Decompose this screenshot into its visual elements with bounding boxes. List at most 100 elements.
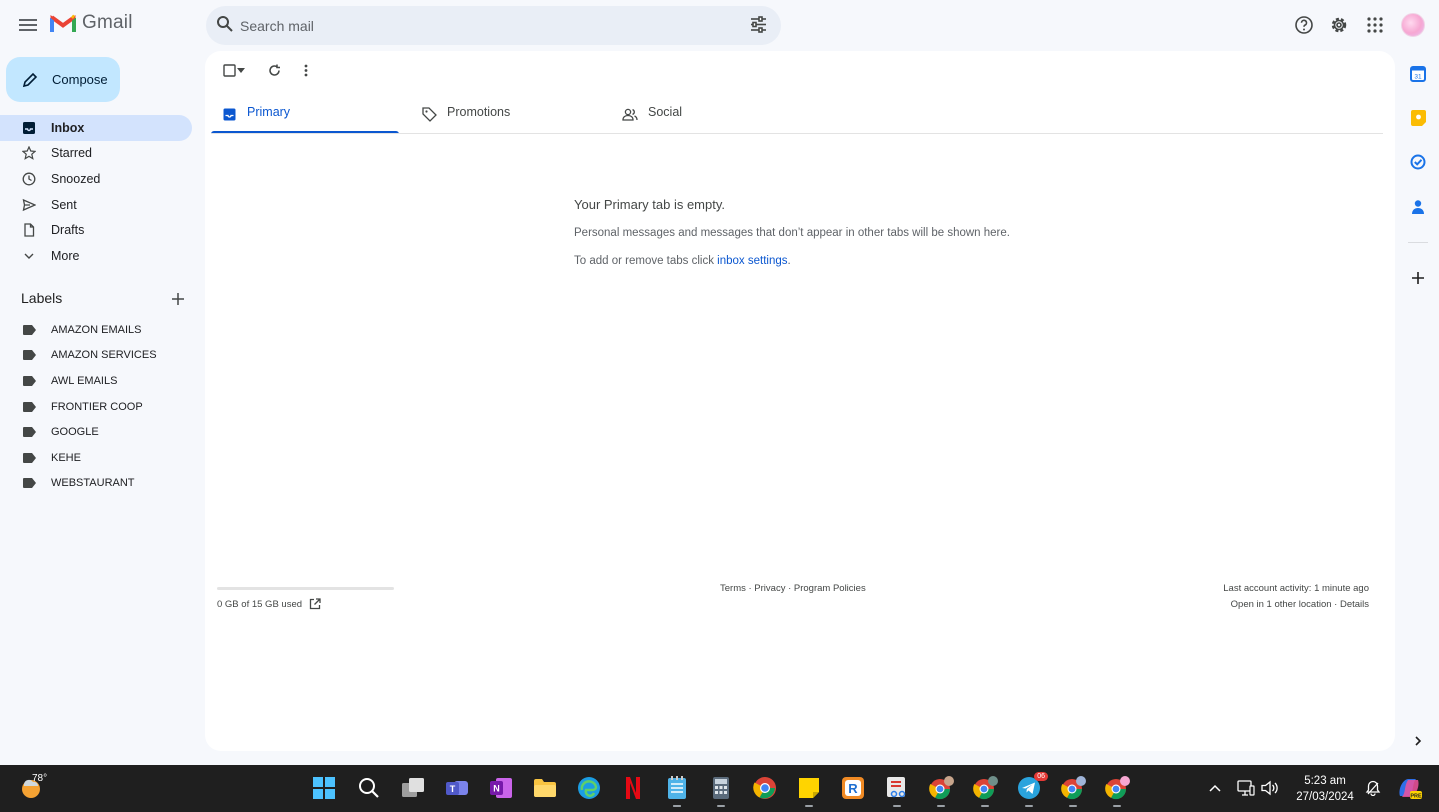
windows-taskbar: 78° T N R 06 5:23 am 27/03/2024 PRE: [0, 765, 1439, 812]
sidebar-item-drafts[interactable]: Drafts: [0, 217, 192, 243]
inbox-icon: [22, 121, 36, 135]
system-clock[interactable]: 5:23 am 27/03/2024: [1290, 773, 1360, 805]
clock-time: 5:23 am: [1304, 775, 1346, 787]
notepad-icon[interactable]: [664, 775, 690, 807]
sidebar-item-more[interactable]: More: [0, 243, 192, 269]
teams-icon[interactable]: T: [444, 775, 470, 801]
footer-links[interactable]: Terms · Privacy · Program Policies: [720, 583, 866, 594]
inbox-tab-icon: [221, 106, 237, 122]
copilot-icon[interactable]: PRE: [1396, 775, 1422, 801]
label-item[interactable]: WEBSTAURANT: [0, 473, 192, 495]
network-icon[interactable]: [1237, 779, 1255, 797]
onenote-icon[interactable]: N: [488, 775, 514, 801]
calendar-icon[interactable]: 31: [1408, 64, 1428, 84]
svg-text:T: T: [450, 784, 456, 794]
label-item[interactable]: AMAZON SERVICES: [0, 345, 192, 367]
sidebar-item-label: Snoozed: [51, 172, 101, 186]
calculator-icon[interactable]: [708, 775, 734, 807]
empty-state-hint-prefix: To add or remove tabs click: [574, 255, 718, 267]
label-item[interactable]: AMAZON EMAILS: [0, 320, 192, 342]
tab-primary[interactable]: Primary: [211, 95, 399, 134]
refresh-icon[interactable]: [264, 62, 284, 78]
tab-social[interactable]: Social: [612, 95, 800, 134]
keep-notes-icon[interactable]: [1408, 108, 1428, 128]
draft-icon: [22, 223, 36, 237]
sticky-notes-icon[interactable]: [796, 775, 822, 807]
expand-side-panel-icon[interactable]: [1408, 731, 1428, 751]
sidebar-item-snoozed[interactable]: Snoozed: [0, 166, 192, 192]
last-account-activity: Last account activity: 1 minute ago: [1223, 583, 1369, 594]
gmail-logo[interactable]: Gmail: [50, 12, 133, 34]
label-item[interactable]: AWL EMAILS: [0, 371, 192, 393]
add-label-icon[interactable]: [170, 291, 186, 307]
show-hidden-icons-chevron-icon[interactable]: [1206, 779, 1224, 797]
chrome-profile-icon[interactable]: [928, 775, 954, 807]
chevron-down-icon: [22, 249, 36, 263]
search-bar[interactable]: [206, 6, 781, 45]
sidebar-item-sent[interactable]: Sent: [0, 192, 192, 218]
google-apps-icon[interactable]: [1364, 14, 1386, 36]
running-indicator: [1025, 805, 1033, 807]
tag-icon: [421, 106, 437, 122]
account-activity-details[interactable]: Open in 1 other location · Details: [1231, 599, 1369, 610]
settings-gear-icon[interactable]: [1328, 14, 1350, 36]
pencil-icon: [22, 72, 38, 87]
empty-state-message: Personal messages and messages that don’…: [574, 227, 1010, 239]
more-options-icon[interactable]: [296, 62, 316, 78]
label-name: AWL EMAILS: [51, 375, 118, 387]
label-tag-icon: [23, 350, 36, 363]
volume-icon[interactable]: [1261, 779, 1279, 797]
netflix-icon[interactable]: [620, 775, 646, 801]
sidebar-item-inbox[interactable]: Inbox: [0, 115, 192, 141]
edge-browser-icon[interactable]: [576, 775, 602, 801]
label-item[interactable]: GOOGLE: [0, 422, 192, 444]
hamburger-menu-icon: [19, 19, 37, 31]
snipping-tool-icon[interactable]: [884, 775, 910, 807]
send-icon: [22, 198, 36, 212]
label-name: WEBSTAURANT: [51, 477, 135, 489]
chrome-profile-icon[interactable]: [972, 775, 998, 807]
tab-label: Promotions: [447, 105, 511, 119]
tasks-icon[interactable]: [1408, 152, 1428, 172]
search-icon[interactable]: [216, 15, 234, 38]
sidebar-item-starred[interactable]: Starred: [0, 140, 192, 166]
notification-bell-icon[interactable]: [1364, 779, 1382, 797]
running-indicator: [717, 805, 725, 807]
task-view-icon[interactable]: [400, 775, 426, 801]
label-item[interactable]: FRONTIER COOP: [0, 397, 192, 419]
compose-button[interactable]: Compose: [6, 57, 120, 102]
label-tag-icon: [23, 427, 36, 440]
windows-start-icon[interactable]: [311, 775, 337, 801]
tabs-divider: [211, 133, 1383, 134]
account-avatar[interactable]: [1401, 13, 1425, 37]
running-indicator: [1069, 805, 1077, 807]
file-explorer-icon[interactable]: [532, 775, 558, 801]
search-input[interactable]: [240, 6, 720, 45]
select-dropdown-caret-icon[interactable]: [235, 62, 247, 78]
help-icon[interactable]: [1293, 14, 1315, 36]
svg-text:N: N: [493, 784, 500, 794]
running-indicator: [1113, 805, 1121, 807]
chrome-profile-icon[interactable]: [1104, 775, 1130, 807]
svg-text:R: R: [848, 781, 858, 796]
add-addon-icon[interactable]: [1408, 268, 1428, 288]
label-item[interactable]: KEHE: [0, 448, 192, 470]
inbox-settings-link[interactable]: inbox settings: [717, 255, 787, 267]
r-app-icon[interactable]: R: [840, 775, 866, 801]
sidebar-item-label: Inbox: [51, 121, 85, 135]
contacts-icon[interactable]: [1408, 197, 1428, 217]
search-options-icon[interactable]: [750, 16, 767, 38]
taskbar-search-icon[interactable]: [356, 775, 382, 801]
app-name: Gmail: [82, 12, 133, 33]
running-indicator: [673, 805, 681, 807]
sidebar-item-label: More: [51, 249, 80, 263]
telegram-icon[interactable]: 06: [1016, 772, 1048, 807]
label-tag-icon: [23, 478, 36, 491]
chrome-icon[interactable]: [752, 775, 778, 801]
tab-promotions[interactable]: Promotions: [411, 95, 599, 134]
clock-date: 27/03/2024: [1296, 791, 1354, 803]
chrome-profile-icon[interactable]: [1060, 775, 1086, 807]
main-menu-button[interactable]: [14, 11, 42, 39]
running-indicator: [805, 805, 813, 807]
external-link-icon[interactable]: [309, 597, 321, 615]
